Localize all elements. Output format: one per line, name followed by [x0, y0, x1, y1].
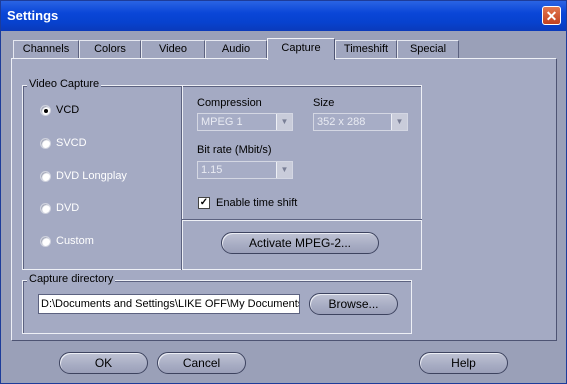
radio-label: DVD Longplay	[56, 170, 127, 182]
radio-dot	[40, 170, 51, 182]
browse-button[interactable]: Browse...	[309, 293, 398, 315]
radio-svcd[interactable]: SVCD	[40, 137, 87, 149]
compression-select[interactable]: MPEG 1 ▼	[197, 113, 293, 131]
window-title: Settings	[7, 8, 59, 23]
video-capture-group: Video Capture VCD SVCD DVD Longplay DVD …	[22, 78, 422, 270]
radio-label: VCD	[56, 104, 80, 116]
radio-dot	[40, 104, 51, 116]
cancel-button[interactable]: Cancel	[157, 352, 246, 374]
bitrate-select[interactable]: 1.15 ▼	[197, 161, 293, 179]
capture-panel: Video Capture VCD SVCD DVD Longplay DVD …	[11, 58, 557, 341]
compression-value: MPEG 1	[201, 116, 243, 128]
radio-dot	[40, 137, 51, 149]
capture-directory-group: Capture directory D:\Documents and Setti…	[22, 273, 412, 334]
tab-video[interactable]: Video	[141, 40, 205, 58]
radio-dot	[40, 202, 51, 214]
checkmark-icon[interactable]: ✓	[198, 197, 210, 209]
tab-special[interactable]: Special	[397, 40, 459, 58]
tab-colors[interactable]: Colors	[79, 40, 141, 58]
bitrate-value: 1.15	[201, 164, 223, 176]
ok-button[interactable]: OK	[59, 352, 148, 374]
timeshift-label: Enable time shift	[216, 197, 298, 209]
chevron-down-icon[interactable]: ▼	[276, 162, 292, 178]
radio-label: DVD	[56, 202, 80, 214]
compression-label: Compression	[197, 97, 262, 109]
activate-mpeg2-button[interactable]: Activate MPEG-2...	[221, 232, 379, 254]
close-icon[interactable]: ✕	[542, 6, 561, 25]
tab-capture[interactable]: Capture	[267, 38, 335, 60]
radio-vcd[interactable]: VCD	[40, 104, 79, 116]
tab-channels[interactable]: Channels	[13, 40, 79, 58]
settings-window: Settings ✕ Channels Colors Video Audio C…	[0, 0, 567, 384]
bitrate-label: Bit rate (Mbit/s)	[197, 144, 272, 156]
group-divider	[181, 86, 183, 270]
capture-directory-input[interactable]: D:\Documents and Settings\LIKE OFF\My Do…	[38, 294, 300, 314]
help-button[interactable]: Help	[419, 352, 508, 374]
enable-timeshift-checkbox[interactable]: ✓ Enable time shift	[198, 197, 297, 209]
radio-dot	[40, 235, 51, 247]
radio-dvd[interactable]: DVD	[40, 202, 79, 214]
radio-label: SVCD	[56, 137, 87, 149]
size-value: 352 x 288	[317, 116, 366, 128]
size-select[interactable]: 352 x 288 ▼	[313, 113, 408, 131]
radio-dvd-longplay[interactable]: DVD Longplay	[40, 170, 127, 182]
group-divider	[182, 219, 422, 221]
title-bar[interactable]: Settings ✕	[1, 1, 566, 31]
chevron-down-icon[interactable]: ▼	[276, 114, 292, 130]
chevron-down-icon[interactable]: ▼	[391, 114, 407, 130]
tab-audio[interactable]: Audio	[205, 40, 267, 58]
size-label: Size	[313, 97, 335, 109]
tab-timeshift[interactable]: Timeshift	[335, 40, 397, 58]
radio-label: Custom	[56, 235, 94, 247]
video-capture-title: Video Capture	[27, 78, 102, 90]
capture-directory-title: Capture directory	[27, 273, 116, 285]
radio-custom[interactable]: Custom	[40, 235, 94, 247]
